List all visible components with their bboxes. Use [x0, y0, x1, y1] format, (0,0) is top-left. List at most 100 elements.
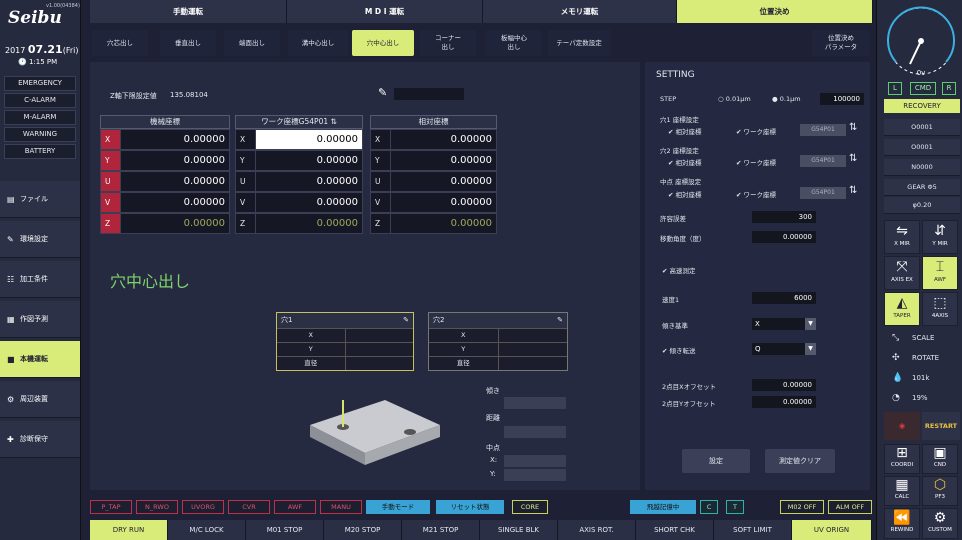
sidebar-item-operation[interactable]: ■ 本機運転 [0, 341, 80, 378]
speed-input[interactable]: 6000 [752, 292, 816, 304]
subtab-corner[interactable]: コーナー 出し [420, 30, 476, 56]
tab-manual[interactable]: 手動運転 [90, 0, 287, 23]
toggle-mc-lock[interactable]: M/C LOCK [168, 520, 246, 540]
toggle-single-block[interactable]: SINGLE BLK [480, 520, 558, 540]
hole2-coord-button[interactable]: G54P01 [800, 155, 846, 167]
toggle-short-chk[interactable]: SHORT CHK [636, 520, 714, 540]
status-awf[interactable]: AWF [274, 500, 316, 514]
toggle-axis-rot[interactable]: AXIS ROT. [558, 520, 636, 540]
offset-y-input[interactable]: 0.00000 [752, 396, 816, 408]
status-core[interactable]: CORE [512, 500, 548, 514]
scale-button[interactable]: ⤡ SCALE [884, 328, 960, 348]
sidebar-item-environment[interactable]: ✎ 環境設定 [0, 221, 80, 258]
incline-base-select[interactable]: X ▼ [752, 318, 816, 330]
work-y[interactable]: 0.00000 [256, 151, 362, 170]
step-option-01[interactable]: ● 0.1μm [772, 95, 801, 103]
hole2-work-check[interactable]: ✔ ワーク座標 [736, 157, 776, 167]
status-p-tap[interactable]: P_TAP [90, 500, 132, 514]
status-t[interactable]: T [726, 500, 744, 514]
status-n-rwo[interactable]: N_RWO [136, 500, 178, 514]
x-mirror-button[interactable]: ⇋ X MIR [884, 220, 920, 254]
subtab-hole-edge[interactable]: 穴芯出し [92, 30, 148, 56]
tab-memory[interactable]: メモリ運転 [483, 0, 677, 23]
pf3-button[interactable]: ⬡ PF3 [922, 476, 958, 506]
edit-icon[interactable]: ✎ [557, 313, 563, 328]
status-reset[interactable]: リセット状態 [436, 500, 504, 514]
edit-icon[interactable]: ✎ [378, 86, 387, 99]
hole1-coord-button[interactable]: G54P01 [800, 124, 846, 136]
step-option-001[interactable]: ○ 0.01μm [718, 95, 751, 103]
set-button[interactable]: 設定 [682, 449, 750, 473]
toggle-m01-stop[interactable]: M01 STOP [246, 520, 324, 540]
mid-relative-check[interactable]: ✔ 相対座標 [668, 189, 702, 199]
subtab-taper-const[interactable]: テーパ定数設定 [548, 30, 610, 56]
relative-x[interactable]: 0.00000 [391, 130, 496, 149]
mid-coord-button[interactable]: G54P01 [800, 187, 846, 199]
work-v[interactable]: 0.00000 [256, 193, 362, 212]
subtab-plate-width[interactable]: 板幅中心 出し [486, 30, 542, 56]
swap-icon[interactable]: ⇅ [331, 117, 337, 126]
rewind-button[interactable]: ⏪ REWIND [884, 508, 920, 539]
condition-button[interactable]: ▣ CND [922, 444, 958, 474]
relative-u[interactable]: 0.00000 [391, 172, 496, 191]
relative-v[interactable]: 0.00000 [391, 193, 496, 212]
relative-y[interactable]: 0.00000 [391, 151, 496, 170]
toggle-dry-run[interactable]: DRY RUN [90, 520, 168, 540]
subtab-vertical[interactable]: 垂直出し [160, 30, 216, 56]
recovery-button[interactable]: RECOVERY [884, 99, 960, 113]
mid-work-check[interactable]: ✔ ワーク座標 [736, 189, 776, 199]
status-m02-off[interactable]: M02 OFF [780, 500, 824, 514]
swap-icon[interactable]: ⇅ [849, 122, 857, 133]
mode-cmd-button[interactable]: CMD [910, 82, 936, 95]
hole1-relative-check[interactable]: ✔ 相対座標 [668, 126, 702, 136]
restart-button[interactable]: RESTART [922, 412, 960, 440]
subtab-positioning-params[interactable]: 位置決め パラメータ [812, 30, 870, 56]
status-cvr[interactable]: CVR [228, 500, 270, 514]
custom-button[interactable]: ⚙ CUSTOM [922, 508, 958, 539]
angle-input[interactable]: 0.00000 [752, 231, 816, 243]
hole2-relative-check[interactable]: ✔ 相対座標 [668, 157, 702, 167]
coordinate-button[interactable]: ⊞ COORDI [884, 444, 920, 474]
mode-l-button[interactable]: L [888, 82, 902, 95]
work-z[interactable]: 0.00000 [256, 214, 362, 233]
subtab-groove-center[interactable]: 溝中心出し [288, 30, 348, 56]
status-manu[interactable]: MANU [320, 500, 362, 514]
fast-measure-check[interactable]: ✔ 高速測定 [662, 265, 696, 275]
toggle-m20-stop[interactable]: M20 STOP [324, 520, 402, 540]
status-manual-mode[interactable]: 手動モード [366, 500, 430, 514]
calculator-button[interactable]: ▦ CALC [884, 476, 920, 506]
subtab-end-face[interactable]: 端面出し [224, 30, 280, 56]
rotate-button[interactable]: ✣ ROTATE [884, 348, 960, 368]
subtab-hole-center[interactable]: 穴中心出し [352, 30, 414, 56]
work-x-input[interactable]: 0.00000 [256, 130, 362, 149]
sidebar-item-peripheral[interactable]: ⚙ 周辺装置 [0, 381, 80, 418]
status-alm-off[interactable]: ALM OFF [828, 500, 872, 514]
status-skip-memory[interactable]: 飛越記億中 [630, 500, 696, 514]
mode-r-button[interactable]: R [942, 82, 956, 95]
tolerance-input[interactable]: 300 [752, 211, 816, 223]
sidebar-item-machining[interactable]: ☷ 加工条件 [0, 261, 80, 298]
incline-transfer-check[interactable]: ✔ 傾き転送 [662, 345, 696, 355]
status-uvorg[interactable]: UVORG [182, 500, 224, 514]
awf-button[interactable]: ⌶ AWF [922, 256, 958, 290]
toggle-m21-stop[interactable]: M21 STOP [402, 520, 480, 540]
hole1-work-check[interactable]: ✔ ワーク座標 [736, 126, 776, 136]
y-mirror-button[interactable]: ⇵ Y MIR [922, 220, 958, 254]
sidebar-item-file[interactable]: ▤ ファイル [0, 181, 80, 218]
tab-positioning[interactable]: 位置決め [677, 0, 873, 23]
clear-measurement-button[interactable]: 測定値クリア [765, 449, 835, 473]
z-limit-input[interactable] [394, 88, 464, 100]
relative-z[interactable]: 0.00000 [391, 214, 496, 233]
sidebar-item-diagnosis[interactable]: ✚ 診断保守 [0, 421, 80, 458]
edit-icon[interactable]: ✎ [403, 313, 409, 328]
toggle-soft-limit[interactable]: SOFT LIMIT [714, 520, 792, 540]
swap-icon[interactable]: ⇅ [849, 185, 857, 196]
swap-icon[interactable]: ⇅ [849, 153, 857, 164]
axis-exchange-button[interactable]: ⤧ AXIS EX [884, 256, 920, 290]
incline-transfer-select[interactable]: Q ▼ [752, 343, 816, 355]
step-value[interactable]: 100000 [820, 93, 864, 105]
sidebar-item-drawing[interactable]: ▦ 作図予測 [0, 301, 80, 338]
four-axis-button[interactable]: ⬚ 4AXIS [922, 292, 958, 326]
taper-button[interactable]: ◭ TAPER [884, 292, 920, 326]
offset-x-input[interactable]: 0.00000 [752, 379, 816, 391]
